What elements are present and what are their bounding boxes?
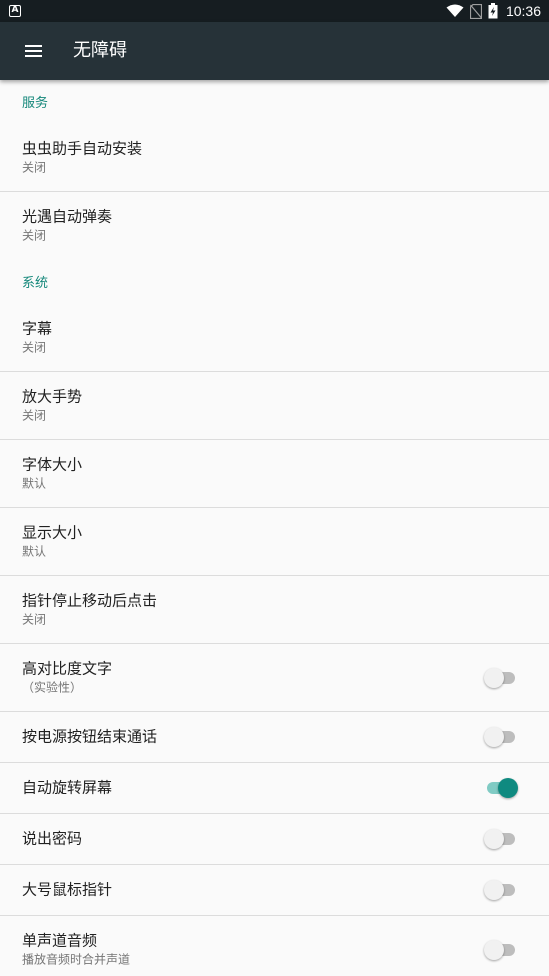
item-title: 高对比度文字 [22, 659, 113, 677]
item-title: 光遇自动弹奏 [22, 207, 113, 226]
item-summary: 关闭 [22, 340, 47, 354]
item-title: 说出密码 [22, 829, 83, 848]
page-title: 无障碍 [73, 40, 127, 61]
toggle-switch[interactable] [484, 940, 518, 960]
list-item-chongchong-auto-install[interactable]: 虫虫助手自动安装 关闭 [0, 124, 549, 192]
toggle-switch[interactable] [484, 829, 518, 849]
item-title: 自动旋转屏幕 [22, 778, 113, 797]
list-item-magnification-gestures[interactable]: 放大手势 关闭 [0, 372, 549, 440]
list-item-power-button-ends-call[interactable]: 按电源按钮结束通话 [0, 712, 549, 763]
list-item-auto-rotate-screen[interactable]: 自动旋转屏幕 [0, 763, 549, 814]
section-header-system: 系统 [22, 276, 49, 291]
item-title: 按电源按钮结束通话 [22, 727, 158, 746]
menu-icon [24, 45, 42, 57]
section-header-services: 服务 [22, 96, 49, 111]
status-bar: A 10:36 [0, 0, 549, 22]
item-title: 虫虫助手自动安装 [22, 139, 143, 157]
item-summary: （实验性） [22, 680, 83, 694]
list-item-display-size[interactable]: 显示大小 默认 [0, 508, 549, 576]
list-item-captions[interactable]: 字幕 关闭 [0, 304, 549, 372]
toggle-switch[interactable] [484, 880, 518, 900]
item-title: 放大手势 [22, 387, 83, 405]
item-summary: 默认 [22, 544, 47, 558]
toggle-switch[interactable] [484, 727, 518, 747]
item-title: 单声道音频 [22, 931, 98, 950]
item-summary: 关闭 [22, 612, 47, 626]
item-title: 大号鼠标指针 [22, 880, 113, 899]
item-summary: 关闭 [22, 228, 47, 243]
item-summary: 播放音频时合并声道 [22, 952, 131, 967]
list-item-large-mouse-pointer[interactable]: 大号鼠标指针 [0, 865, 549, 916]
wifi-icon [446, 4, 464, 17]
item-title: 字幕 [22, 319, 53, 337]
list-item-sky-auto-play[interactable]: 光遇自动弹奏 关闭 [0, 192, 549, 260]
toggle-switch[interactable] [484, 778, 518, 798]
menu-button[interactable] [16, 34, 50, 68]
item-summary: 默认 [22, 476, 47, 490]
toggle-switch[interactable] [484, 667, 518, 688]
item-title: 显示大小 [22, 523, 83, 541]
list-item-click-after-pointer-stops[interactable]: 指针停止移动后点击 关闭 [0, 576, 549, 644]
app-bar: 无障碍 [0, 22, 549, 80]
battery-charging-icon [488, 3, 498, 19]
settings-list: 服务 虫虫助手自动安装 关闭 光遇自动弹奏 关闭 系统 字幕 关闭 放大手势 关… [0, 80, 549, 976]
item-summary: 关闭 [22, 160, 47, 174]
list-item-font-size[interactable]: 字体大小 默认 [0, 440, 549, 508]
notification-a-icon: A [9, 5, 21, 17]
list-item-mono-audio[interactable]: 单声道音频 播放音频时合并声道 [0, 916, 549, 976]
list-item-high-contrast-text[interactable]: 高对比度文字 （实验性） [0, 644, 549, 712]
item-title: 字体大小 [22, 455, 83, 473]
item-title: 指针停止移动后点击 [22, 591, 158, 609]
status-time: 10:36 [505, 3, 541, 19]
list-item-speak-passwords[interactable]: 说出密码 [0, 814, 549, 865]
no-sim-icon [469, 3, 482, 19]
item-summary: 关闭 [22, 408, 47, 422]
